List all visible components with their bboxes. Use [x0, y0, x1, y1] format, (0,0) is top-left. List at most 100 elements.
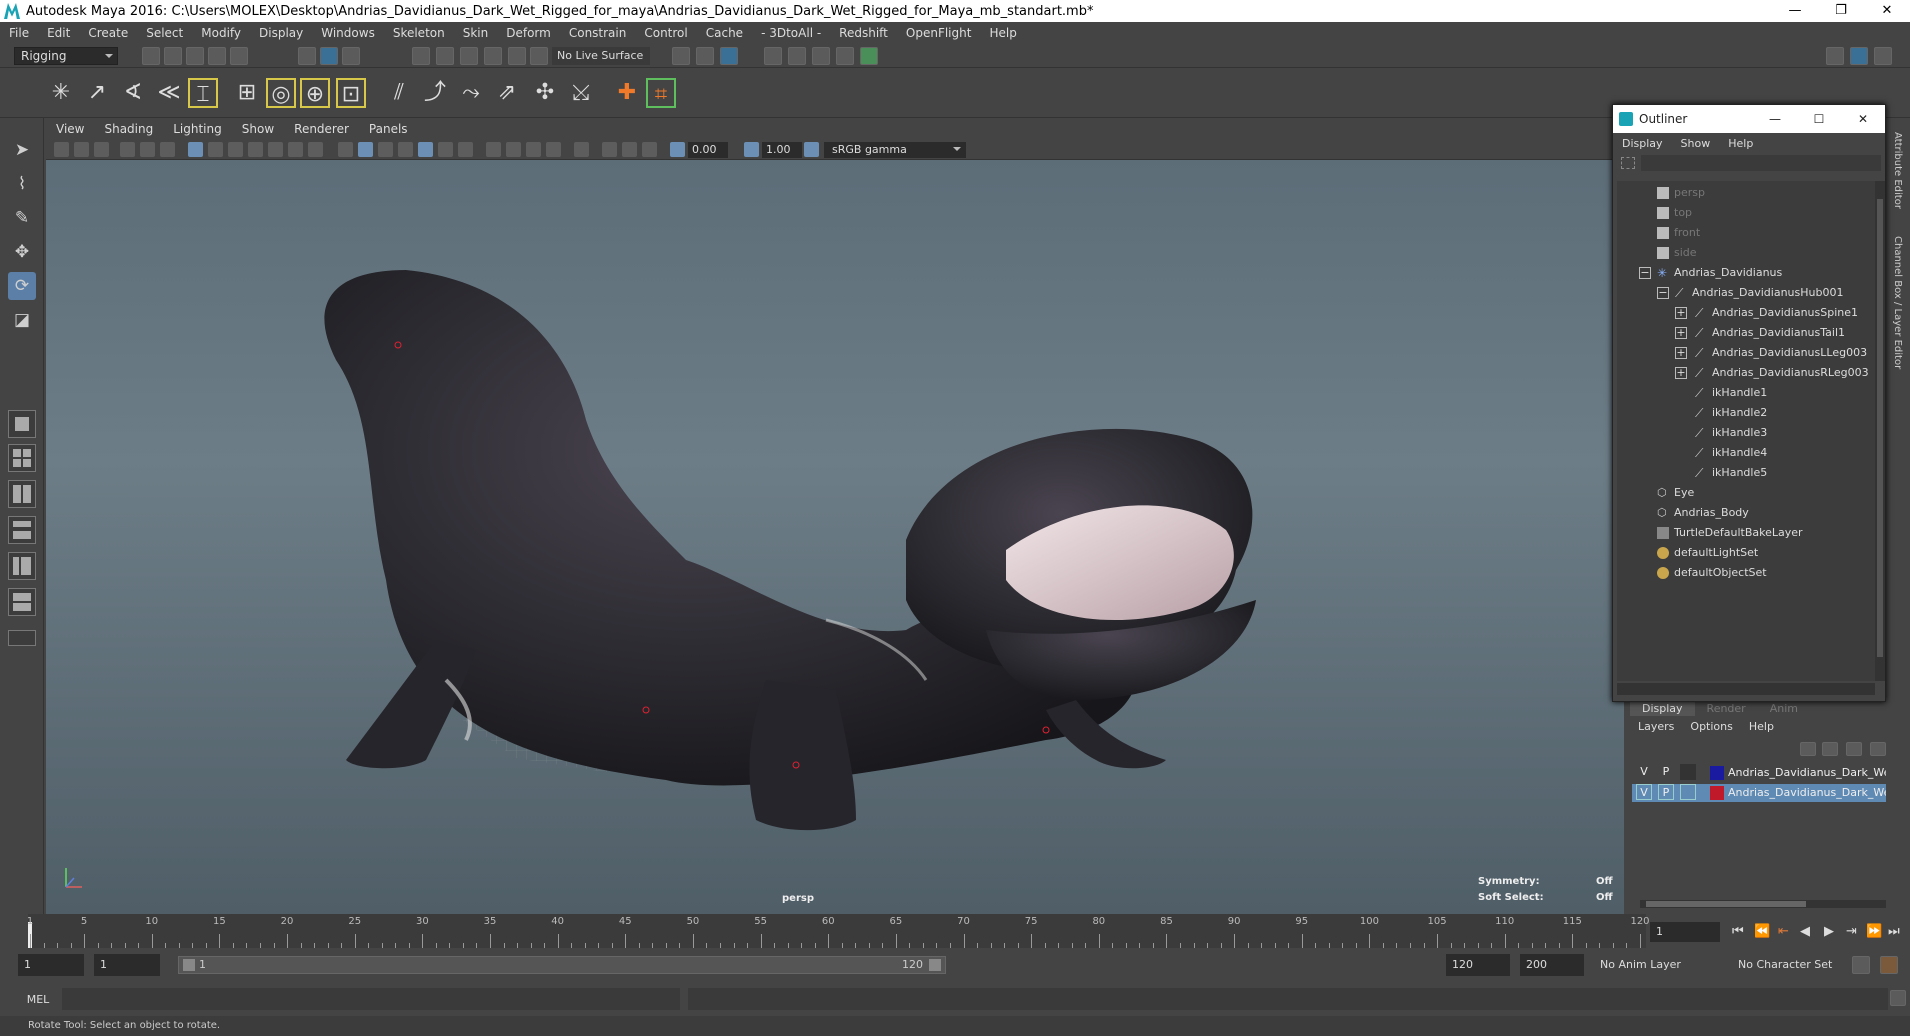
open-scene-icon[interactable]	[164, 47, 182, 65]
salamander-model[interactable]	[324, 270, 1256, 831]
outliner-item[interactable]: top	[1657, 203, 1692, 223]
outliner-item[interactable]: ⬡ Eye	[1657, 483, 1694, 503]
menu-3dtoall[interactable]: - 3DtoAll -	[752, 26, 830, 40]
bind-skin-icon[interactable]: ⫽	[384, 78, 414, 108]
outliner-search-input[interactable]	[1641, 155, 1881, 171]
outliner-item[interactable]: ⟋ Andrias_DavidianusLLeg003	[1695, 343, 1867, 363]
move-tool-icon[interactable]: ✥	[8, 238, 36, 266]
ambient-occlusion-icon[interactable]	[486, 142, 501, 157]
playback-end-field[interactable]: 120	[1446, 954, 1510, 976]
use-lights-icon[interactable]	[438, 142, 453, 157]
outliner-menu-display[interactable]: Display	[1613, 137, 1672, 150]
2d-pan-zoom-icon[interactable]	[140, 142, 155, 157]
safe-action-icon[interactable]	[288, 142, 303, 157]
menu-display[interactable]: Display	[250, 26, 312, 40]
view-transform-dropdown[interactable]: sRGB gamma	[824, 142, 966, 158]
bookmark-icon[interactable]	[94, 142, 109, 157]
isolate-select-icon[interactable]	[574, 142, 589, 157]
ik-spline-icon[interactable]: ∢	[118, 78, 148, 108]
outliner-item[interactable]: ⟋ Andrias_DavidianusSpine1	[1695, 303, 1858, 323]
menu-windows[interactable]: Windows	[312, 26, 384, 40]
snap-point-icon[interactable]	[460, 47, 478, 65]
outliner-item[interactable]: front	[1657, 223, 1700, 243]
menu-help[interactable]: Help	[980, 26, 1025, 40]
redo-icon[interactable]	[230, 47, 248, 65]
lattice-icon[interactable]: ◎	[266, 78, 296, 108]
select-component-icon[interactable]	[342, 47, 360, 65]
layer-row[interactable]: V P Andrias_Davidianus_Dark_Wet_R	[1632, 764, 1894, 782]
menu-skeleton[interactable]: Skeleton	[384, 26, 454, 40]
character-set-dropdown[interactable]: No Character Set	[1738, 954, 1832, 976]
menu-control[interactable]: Control	[635, 26, 696, 40]
move-layer-down-icon[interactable]	[1822, 742, 1838, 756]
outliner-item[interactable]: ⟋ ikHandle3	[1695, 423, 1767, 443]
current-frame-field[interactable]: 1	[1650, 922, 1720, 942]
layer-playback-toggle[interactable]: P	[1658, 784, 1674, 800]
graph-persp-layout-icon[interactable]	[8, 552, 36, 580]
grid-toggle-icon[interactable]	[188, 142, 203, 157]
snap-surface-icon[interactable]	[530, 47, 548, 65]
range-handle-start[interactable]	[183, 959, 195, 971]
parent-constraint-icon[interactable]: ✣	[530, 78, 560, 108]
play-forwards-icon[interactable]: ▶	[1824, 924, 1834, 939]
outliner-title-bar[interactable]: Outliner — ☐ ✕	[1613, 105, 1885, 133]
paint-weights-icon[interactable]: ⇗	[492, 78, 522, 108]
menu-select[interactable]: Select	[137, 26, 192, 40]
outliner-minimize-button[interactable]: —	[1753, 105, 1797, 133]
xray-components-icon[interactable]	[642, 142, 657, 157]
input-ops-icon[interactable]	[672, 47, 690, 65]
new-scene-icon[interactable]	[142, 47, 160, 65]
textured-icon[interactable]	[418, 142, 433, 157]
field-chart-icon[interactable]	[268, 142, 283, 157]
outliner-close-button[interactable]: ✕	[1841, 105, 1885, 133]
vp-menu-shading[interactable]: Shading	[94, 122, 163, 136]
shadows-icon[interactable]	[458, 142, 473, 157]
layer-menu-help[interactable]: Help	[1741, 720, 1782, 740]
outliner-item[interactable]: ⟋ ikHandle5	[1695, 463, 1767, 483]
range-handle-end[interactable]	[929, 959, 941, 971]
toggle-panel-icon[interactable]	[1874, 47, 1892, 65]
ipr-render-icon[interactable]	[788, 47, 806, 65]
blendshape-icon[interactable]: ⊡	[336, 78, 366, 108]
grease-pencil-icon[interactable]	[160, 142, 175, 157]
cluster-icon[interactable]: ⊞	[232, 78, 262, 108]
animation-end-field[interactable]: 200	[1520, 954, 1584, 976]
paint-select-icon[interactable]: ✎	[8, 204, 36, 232]
outliner-vertical-scrollbar[interactable]	[1875, 181, 1885, 681]
outliner-item[interactable]: TurtleDefaultBakeLayer	[1657, 523, 1803, 543]
safe-title-icon[interactable]	[308, 142, 323, 157]
playback-start-field[interactable]: 1	[94, 954, 160, 976]
new-empty-layer-icon[interactable]	[1846, 742, 1862, 756]
lasso-tool-icon[interactable]: ⌇	[8, 170, 36, 198]
collapse-toggle[interactable]: −	[1639, 267, 1651, 279]
expand-toggle[interactable]: +	[1675, 347, 1687, 359]
expand-toggle[interactable]: +	[1675, 367, 1687, 379]
outliner-item[interactable]: defaultObjectSet	[1657, 563, 1767, 583]
snap-view-plane-icon[interactable]	[484, 47, 502, 65]
render-view-icon[interactable]	[720, 47, 738, 65]
script-language-toggle[interactable]: MEL	[18, 990, 58, 1010]
menu-constrain[interactable]: Constrain	[560, 26, 636, 40]
make-live-icon[interactable]	[508, 47, 526, 65]
exposure-field[interactable]: 0.00	[688, 142, 728, 158]
workspace-icon[interactable]	[1826, 47, 1844, 65]
menu-edit[interactable]: Edit	[38, 26, 79, 40]
step-forward-frame-icon[interactable]: ⇥	[1846, 924, 1857, 939]
layer-scrollbar[interactable]	[1640, 900, 1886, 908]
hypershade-icon[interactable]	[860, 47, 878, 65]
point-constraint-icon[interactable]: ⤩	[566, 78, 596, 108]
wireframe-icon[interactable]	[338, 142, 353, 157]
vp-menu-view[interactable]: View	[46, 122, 94, 136]
single-pane-layout-icon[interactable]	[8, 410, 36, 438]
two-pane-layout-icon[interactable]	[8, 480, 36, 508]
outliner-item[interactable]: ⟋ Andrias_DavidianusTail1	[1695, 323, 1845, 343]
ik-handle-icon[interactable]: ↗	[82, 78, 112, 108]
scale-tool-icon[interactable]: ◪	[8, 306, 36, 334]
script-editor-icon[interactable]	[1890, 990, 1906, 1006]
xray-joints-icon[interactable]	[622, 142, 637, 157]
new-layer-from-selected-icon[interactable]	[1870, 742, 1886, 756]
outliner-item[interactable]: ⟋ Andrias_DavidianusHub001	[1675, 283, 1843, 303]
layout-icon[interactable]	[1850, 47, 1868, 65]
film-gate-icon[interactable]	[208, 142, 223, 157]
move-layer-up-icon[interactable]	[1800, 742, 1816, 756]
